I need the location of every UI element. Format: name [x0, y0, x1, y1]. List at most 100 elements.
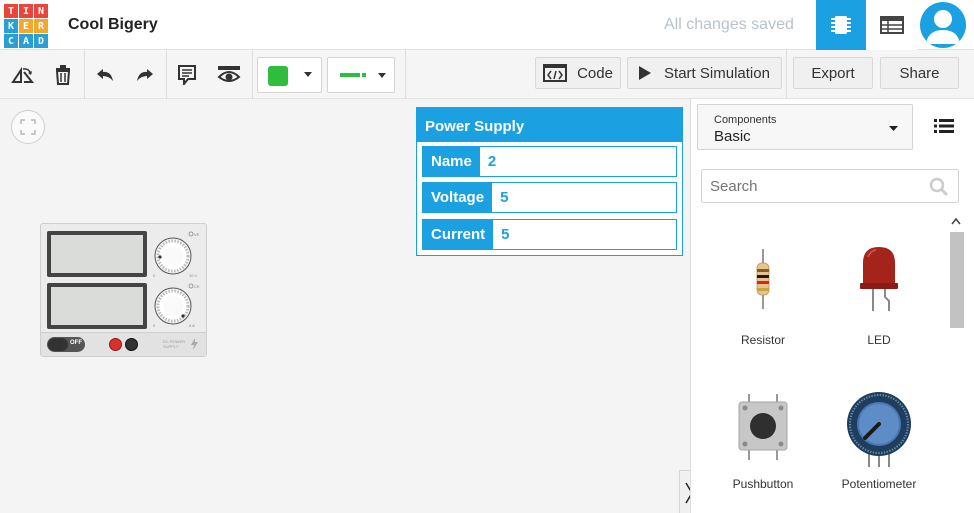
component-name: Potentiometer	[841, 477, 917, 491]
component-name: Resistor	[740, 333, 785, 347]
component-name: LED	[867, 333, 891, 347]
save-status: All changes saved	[664, 16, 794, 33]
name-input[interactable]: 2	[480, 147, 676, 176]
component-potentiometer[interactable]: Potentiometer	[824, 379, 934, 491]
scrollbar-thumb[interactable]	[950, 232, 964, 328]
logo-letter: K	[4, 19, 18, 33]
play-icon	[639, 66, 652, 80]
toggle-notes-visibility-button[interactable]	[212, 50, 246, 99]
inspector-label: Voltage	[423, 183, 493, 212]
search-input[interactable]	[702, 170, 922, 202]
search-icon[interactable]	[929, 177, 949, 197]
components-select-label: Components	[714, 114, 777, 126]
eye-icon	[217, 65, 241, 82]
circuit-view-button[interactable]	[816, 0, 866, 50]
toolbar-divider	[166, 50, 167, 99]
code-label: Code	[577, 64, 613, 82]
wire-color-dropdown[interactable]	[257, 57, 322, 93]
inspector-title: Power Supply	[417, 108, 682, 142]
component-inspector: Power Supply Name 2 Voltage 5 Current 5	[416, 107, 683, 256]
scroll-up-icon[interactable]	[951, 217, 961, 225]
voltage-min-label: 0	[153, 273, 156, 278]
logo-letter: T	[4, 4, 18, 18]
redo-icon	[137, 68, 153, 81]
component-name: Pushbutton	[732, 477, 794, 491]
device-label: DC POWER SUPPLY	[163, 339, 185, 349]
notes-button[interactable]	[172, 50, 202, 99]
current-input[interactable]: 5	[493, 220, 676, 249]
top-bar: T I N K E R C A D Cool Bigery All change…	[0, 0, 974, 50]
positive-terminal[interactable]	[125, 338, 138, 351]
share-label: Share	[899, 64, 940, 82]
component-led[interactable]: LED	[824, 229, 934, 347]
project-title[interactable]: Cool Bigery	[68, 16, 158, 34]
current-knob[interactable]: CE 0 5 A	[151, 281, 207, 333]
components-select-value: Basic	[714, 128, 751, 145]
caret-down-icon	[889, 126, 898, 131]
inspector-label: Current	[423, 220, 494, 249]
logo-letter: R	[34, 19, 48, 33]
toolbar-divider	[84, 50, 85, 99]
voltage-input[interactable]: 5	[492, 183, 676, 212]
fit-view-icon	[20, 119, 36, 135]
voltage-max-label: 10 V	[189, 273, 198, 278]
code-icon	[543, 64, 568, 82]
color-swatch	[268, 66, 288, 86]
undo-icon	[97, 68, 113, 81]
start-simulation-button[interactable]: Start Simulation	[627, 57, 782, 89]
search-container	[701, 169, 959, 203]
delete-button[interactable]	[48, 50, 78, 99]
code-button[interactable]: Code	[535, 57, 621, 89]
toolbar-divider	[405, 50, 406, 99]
tinkercad-app: T I N K E R C A D Cool Bigery All change…	[0, 0, 974, 513]
resistor-icon	[756, 249, 770, 309]
negative-terminal[interactable]	[109, 338, 122, 351]
inspector-row-name: Name 2	[422, 146, 677, 177]
redo-button[interactable]	[130, 50, 160, 99]
user-icon	[926, 10, 960, 44]
component-resistor[interactable]: Resistor	[708, 229, 818, 347]
share-button[interactable]: Share	[880, 57, 959, 89]
wire-type-dropdown[interactable]	[327, 57, 395, 93]
voltage-tag: VE	[194, 232, 200, 237]
undo-button[interactable]	[90, 50, 120, 99]
logo-letter: A	[19, 34, 33, 48]
current-min-label: 0	[153, 323, 156, 328]
toolbar-divider	[786, 50, 787, 99]
tinkercad-logo[interactable]: T I N K E R C A D	[4, 4, 48, 48]
potentiometer-icon	[847, 392, 911, 467]
inspector-label: Name	[423, 147, 480, 176]
trash-icon	[55, 64, 71, 85]
wire-type-icon	[340, 73, 366, 77]
start-simulation-label: Start Simulation	[664, 64, 770, 82]
inspector-row-voltage: Voltage 5	[422, 182, 677, 213]
power-supply-component[interactable]: VE 0 10 V CE 0 5 A OFF DC POWER SUPPLY	[40, 223, 207, 357]
caret-down-icon	[378, 73, 386, 78]
voltage-knob[interactable]: VE 0 10 V	[151, 229, 207, 281]
components-scrollbar[interactable]	[948, 217, 964, 513]
inspector-row-current: Current 5	[422, 219, 677, 250]
toolbar-divider	[252, 50, 253, 99]
rotate-icon	[11, 66, 35, 83]
display-screen	[47, 283, 147, 329]
list-icon	[934, 119, 954, 133]
user-avatar[interactable]	[920, 2, 966, 48]
export-label: Export	[811, 64, 855, 82]
led-icon	[860, 247, 898, 311]
component-pushbutton[interactable]: Pushbutton	[708, 379, 818, 491]
logo-letter: N	[34, 4, 48, 18]
list-view-toggle[interactable]	[927, 109, 961, 143]
power-switch[interactable]: OFF	[47, 337, 85, 352]
current-max-label: 5 A	[189, 323, 195, 328]
caret-down-icon	[304, 72, 312, 77]
rotate-button[interactable]	[6, 50, 40, 99]
components-panel: Components Basic Search Resistor LED Pus…	[690, 99, 974, 513]
zoom-to-fit-button[interactable]	[11, 110, 45, 144]
components-category-select[interactable]: Components Basic	[697, 104, 913, 150]
components-list-view-button[interactable]	[867, 0, 917, 50]
note-icon	[178, 64, 196, 85]
logo-letter: C	[4, 34, 18, 48]
chip-icon	[831, 16, 851, 34]
logo-letter: E	[19, 19, 33, 33]
export-button[interactable]: Export	[793, 57, 873, 89]
